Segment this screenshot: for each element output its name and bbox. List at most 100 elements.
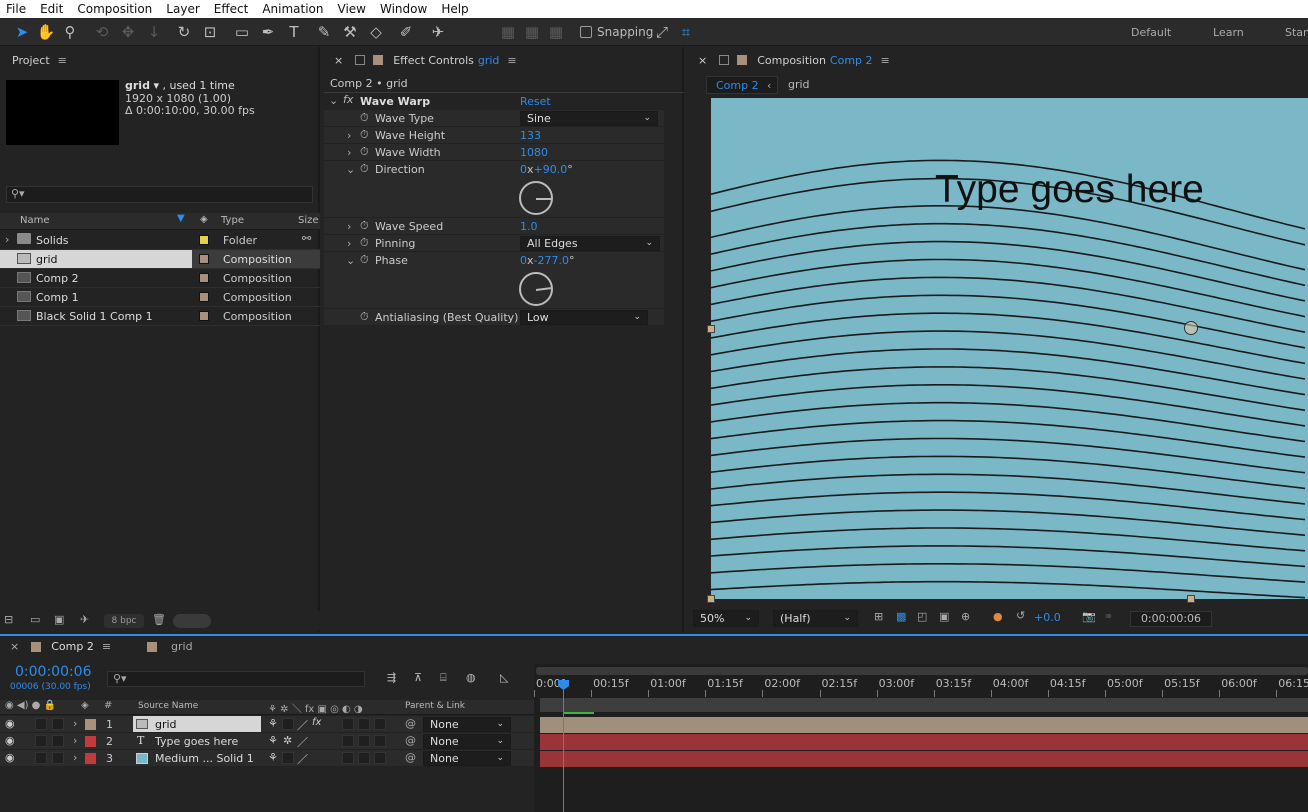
project-search-input[interactable]: ⚲▾ [6, 186, 313, 203]
work-area-bar[interactable] [540, 698, 1308, 712]
lock-icon[interactable] [355, 55, 366, 65]
lock-toggle[interactable] [52, 752, 64, 764]
reset-exposure-icon[interactable]: ↺ [1016, 609, 1025, 622]
lock-toggle[interactable] [52, 718, 64, 730]
motion-blur-switch[interactable] [358, 735, 370, 747]
chevron-left-icon[interactable]: ‹ [767, 79, 771, 92]
menu-animation[interactable]: Animation [256, 2, 331, 16]
render-queue-icon[interactable]: ✈ [80, 613, 89, 626]
roto-brush-icon[interactable]: ✐ [396, 22, 416, 42]
interpret-footage-icon[interactable]: ⊟ [4, 613, 13, 626]
snapping-checkbox[interactable] [580, 26, 592, 38]
direction-revolutions[interactable]: 0 [520, 163, 527, 176]
zoom-dropdown[interactable]: 50% ⌄ [693, 610, 759, 627]
collapse-arrow-icon[interactable]: ⌄ [346, 163, 355, 176]
label-color-swatch[interactable] [199, 311, 209, 321]
region-of-interest-icon[interactable]: ▣ [939, 610, 949, 623]
expand-arrow-icon[interactable]: › [347, 146, 351, 159]
playhead-line[interactable] [563, 680, 564, 812]
fast-preview-icon[interactable]: ⊞ [874, 610, 883, 623]
pan-camera-icon[interactable]: ✥ [118, 22, 138, 42]
workspace-learn[interactable]: Learn [1213, 26, 1244, 39]
param-value[interactable]: 133 [520, 129, 541, 142]
layer-name[interactable]: Medium ... Solid 1 [155, 752, 254, 765]
view-axis-icon[interactable]: ▦ [546, 22, 566, 42]
phase-dial[interactable] [519, 272, 553, 306]
snapshot-icon[interactable]: 📷 [1082, 610, 1096, 623]
grid-guides-icon[interactable]: ⊕ [961, 610, 970, 623]
column-type[interactable]: Type [221, 215, 244, 226]
dolly-camera-icon[interactable]: ↓ [144, 22, 164, 42]
project-row-comp2[interactable]: Comp 2 Composition [0, 269, 320, 288]
quality-switch-icon[interactable]: ／ [297, 734, 308, 750]
layer-handle[interactable] [707, 325, 715, 333]
expand-arrow-icon[interactable]: › [347, 129, 351, 142]
draft-3d-icon[interactable]: ⊼ [414, 671, 422, 684]
project-row-grid[interactable]: grid Composition [0, 250, 320, 269]
label-color-swatch[interactable] [199, 292, 209, 302]
world-axis-icon[interactable]: ▦ [522, 22, 542, 42]
close-icon[interactable]: × [10, 640, 19, 653]
motion-blur-switch[interactable] [358, 718, 370, 730]
label-color-swatch[interactable] [199, 273, 209, 283]
pen-tool-icon[interactable]: ✒ [258, 22, 278, 42]
pinning-dropdown[interactable]: All Edges ⌄ [520, 236, 660, 251]
solo-toggle[interactable] [35, 752, 47, 764]
solo-toggle[interactable] [35, 735, 47, 747]
visibility-eye-icon[interactable]: ◉ [5, 734, 15, 747]
stopwatch-icon[interactable]: ⏱ [360, 111, 369, 125]
collapse-switch[interactable] [282, 718, 294, 730]
number-column-icon[interactable]: # [104, 700, 112, 711]
orbit-camera-icon[interactable]: ⟲ [92, 22, 112, 42]
bpc-button[interactable]: 8 bpc [104, 614, 144, 628]
menu-effect[interactable]: Effect [208, 2, 257, 16]
time-ruler[interactable]: 0:00f 00:15f 01:00f 01:15f 02:00f 02:15f 03:00… [534, 676, 1308, 698]
stopwatch-icon[interactable]: ⏱ [360, 236, 369, 250]
pan-behind-icon[interactable]: ⊡ [200, 22, 220, 42]
collapse-switch-icon[interactable]: ✲ [283, 734, 292, 747]
menu-window[interactable]: Window [374, 2, 435, 16]
comp-tab-comp2[interactable]: Comp 2 ‹ [706, 76, 778, 94]
menu-composition[interactable]: Composition [71, 2, 160, 16]
visibility-eye-icon[interactable]: ◉ [5, 751, 15, 764]
pickwhip-icon[interactable]: @ [405, 717, 416, 730]
shy-switch-icon[interactable]: ⚘ [268, 751, 278, 764]
timeline-tab-grid[interactable]: grid [171, 640, 193, 653]
expand-arrow-icon[interactable]: › [73, 717, 77, 730]
stopwatch-icon[interactable]: ⏱ [360, 310, 369, 324]
stopwatch-icon[interactable]: ⏱ [360, 145, 369, 159]
layer-label-swatch[interactable] [85, 753, 96, 764]
new-composition-icon[interactable]: ▣ [54, 613, 64, 626]
layer-bar-solid[interactable] [540, 751, 1308, 767]
frame-blend-switch[interactable] [342, 718, 354, 730]
param-value[interactable]: 1.0 [520, 220, 538, 233]
collapse-arrow-icon[interactable]: ⌄ [329, 94, 338, 107]
panel-menu-icon[interactable]: ≡ [58, 54, 67, 67]
layer-bar-grid[interactable] [540, 717, 1308, 733]
label-color-swatch[interactable] [199, 235, 209, 245]
phase-revolutions[interactable]: 0 [520, 254, 527, 267]
frame-blend-switch[interactable] [342, 752, 354, 764]
time-navigator[interactable] [536, 667, 1308, 675]
column-name[interactable]: Name [20, 215, 50, 226]
quality-switch-icon[interactable]: ／ [297, 751, 308, 767]
param-value[interactable]: 1080 [520, 146, 548, 159]
composition-canvas[interactable]: Type goes here [711, 98, 1308, 599]
layer-name[interactable]: Type goes here [155, 735, 238, 748]
expand-arrow-icon[interactable]: › [347, 220, 351, 233]
antialiasing-dropdown[interactable]: Low ⌄ [520, 310, 648, 325]
layer-handle[interactable] [1187, 595, 1195, 603]
dropdown-arrow-icon[interactable]: ▾ [153, 79, 159, 92]
type-layer-text[interactable]: Type goes here [935, 168, 1204, 212]
effect-switch-icon[interactable]: fx [312, 717, 321, 728]
close-icon[interactable]: × [334, 54, 343, 67]
layer-label-swatch[interactable] [85, 736, 96, 747]
project-row-solids[interactable]: › Solids Folder ⚯ [0, 231, 320, 250]
parent-dropdown[interactable]: None ⌄ [423, 717, 511, 732]
menu-layer[interactable]: Layer [160, 2, 207, 16]
effect-controls-title[interactable]: Effect Controls [393, 54, 474, 67]
direction-dial[interactable] [519, 181, 553, 215]
fx-icon[interactable]: fx [343, 93, 353, 106]
adjustment-switch[interactable] [374, 718, 386, 730]
layer-label-swatch[interactable] [85, 719, 96, 730]
